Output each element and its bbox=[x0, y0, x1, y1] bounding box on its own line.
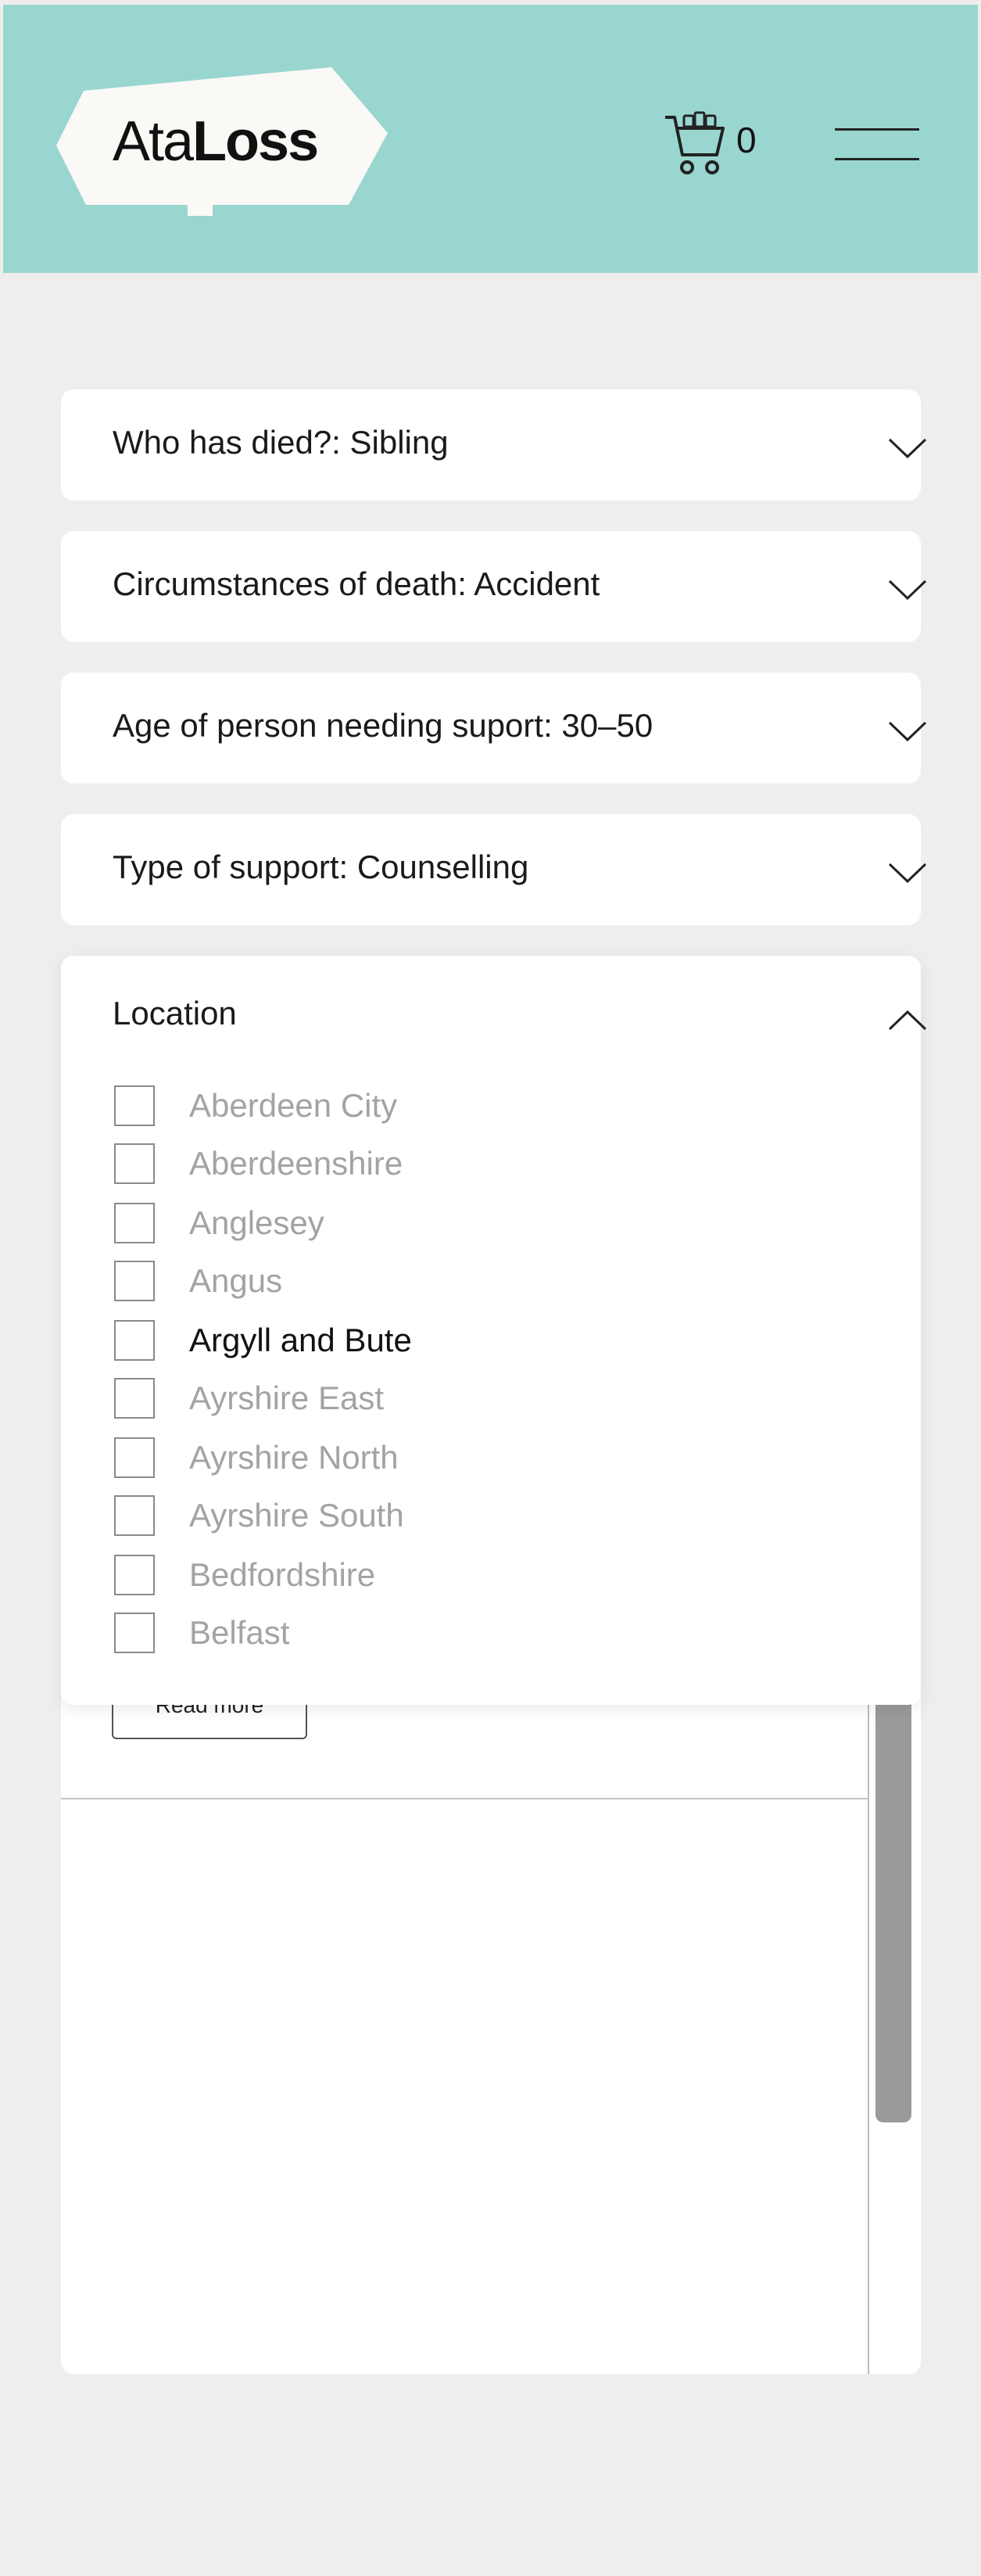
location-dropdown: Location Aberdeen City Aberdeenshire Ang… bbox=[61, 956, 927, 1705]
checkbox[interactable] bbox=[114, 1613, 155, 1653]
checkbox[interactable] bbox=[114, 1378, 155, 1419]
checkbox[interactable] bbox=[114, 1203, 155, 1243]
location-option-label: Aberdeenshire bbox=[189, 1145, 403, 1182]
checkbox[interactable] bbox=[114, 1555, 155, 1595]
cart-icon[interactable] bbox=[664, 109, 726, 177]
chevron-down-icon bbox=[888, 438, 927, 459]
checkbox[interactable] bbox=[114, 1143, 155, 1184]
location-option-label: Angus bbox=[189, 1262, 283, 1299]
logo-text: AtaLoss bbox=[113, 109, 319, 174]
filter-label: Circumstances of death: Accident bbox=[113, 565, 600, 602]
filter-who-has-died[interactable]: Who has died?: Sibling bbox=[61, 389, 927, 500]
ataloss-logo[interactable]: AtaLoss bbox=[56, 67, 388, 216]
logo-text-light: Ata bbox=[113, 110, 194, 173]
location-label[interactable]: Location bbox=[113, 995, 237, 1032]
location-option-label: Ayrshire East bbox=[189, 1379, 384, 1416]
checkbox[interactable] bbox=[114, 1437, 155, 1478]
filter-label: Who has died?: Sibling bbox=[113, 424, 449, 461]
filter-type-of-support[interactable]: Type of support: Counselling bbox=[61, 814, 927, 925]
chevron-down-icon bbox=[888, 579, 927, 601]
logo-text-bold: Loss bbox=[192, 110, 319, 173]
chevron-down-icon bbox=[888, 721, 927, 742]
cart-count: 0 bbox=[736, 120, 757, 160]
filter-age-of-person[interactable]: Age of person needing suport: 30–50 bbox=[61, 673, 927, 784]
filter-label: Type of support: Counselling bbox=[113, 849, 529, 885]
checkbox[interactable] bbox=[114, 1261, 155, 1301]
location-option-label: Ayrshire North bbox=[189, 1439, 399, 1476]
filter-circumstances-of-death[interactable]: Circumstances of death: Accident bbox=[61, 531, 927, 642]
location-option-label: Ayrshire South bbox=[189, 1497, 404, 1534]
checkbox[interactable] bbox=[114, 1085, 155, 1126]
hamburger-menu-icon[interactable] bbox=[835, 128, 919, 161]
location-option-label: Argyll and Bute bbox=[189, 1322, 412, 1358]
chevron-up-icon[interactable] bbox=[886, 1009, 929, 1032]
checkbox[interactable] bbox=[114, 1495, 155, 1536]
checkbox[interactable] bbox=[114, 1320, 155, 1361]
chevron-down-icon bbox=[888, 863, 927, 884]
scrollbar-thumb[interactable] bbox=[875, 1680, 911, 2122]
location-option-label: Anglesey bbox=[189, 1204, 324, 1241]
location-option-label: Belfast bbox=[189, 1614, 290, 1651]
site-header: AtaLoss 0 bbox=[3, 5, 978, 273]
location-option-label: Aberdeen City bbox=[189, 1087, 398, 1124]
location-option-label: Bedfordshire bbox=[189, 1556, 376, 1593]
divider bbox=[61, 1798, 868, 1799]
filter-label: Age of person needing suport: 30–50 bbox=[113, 707, 653, 744]
